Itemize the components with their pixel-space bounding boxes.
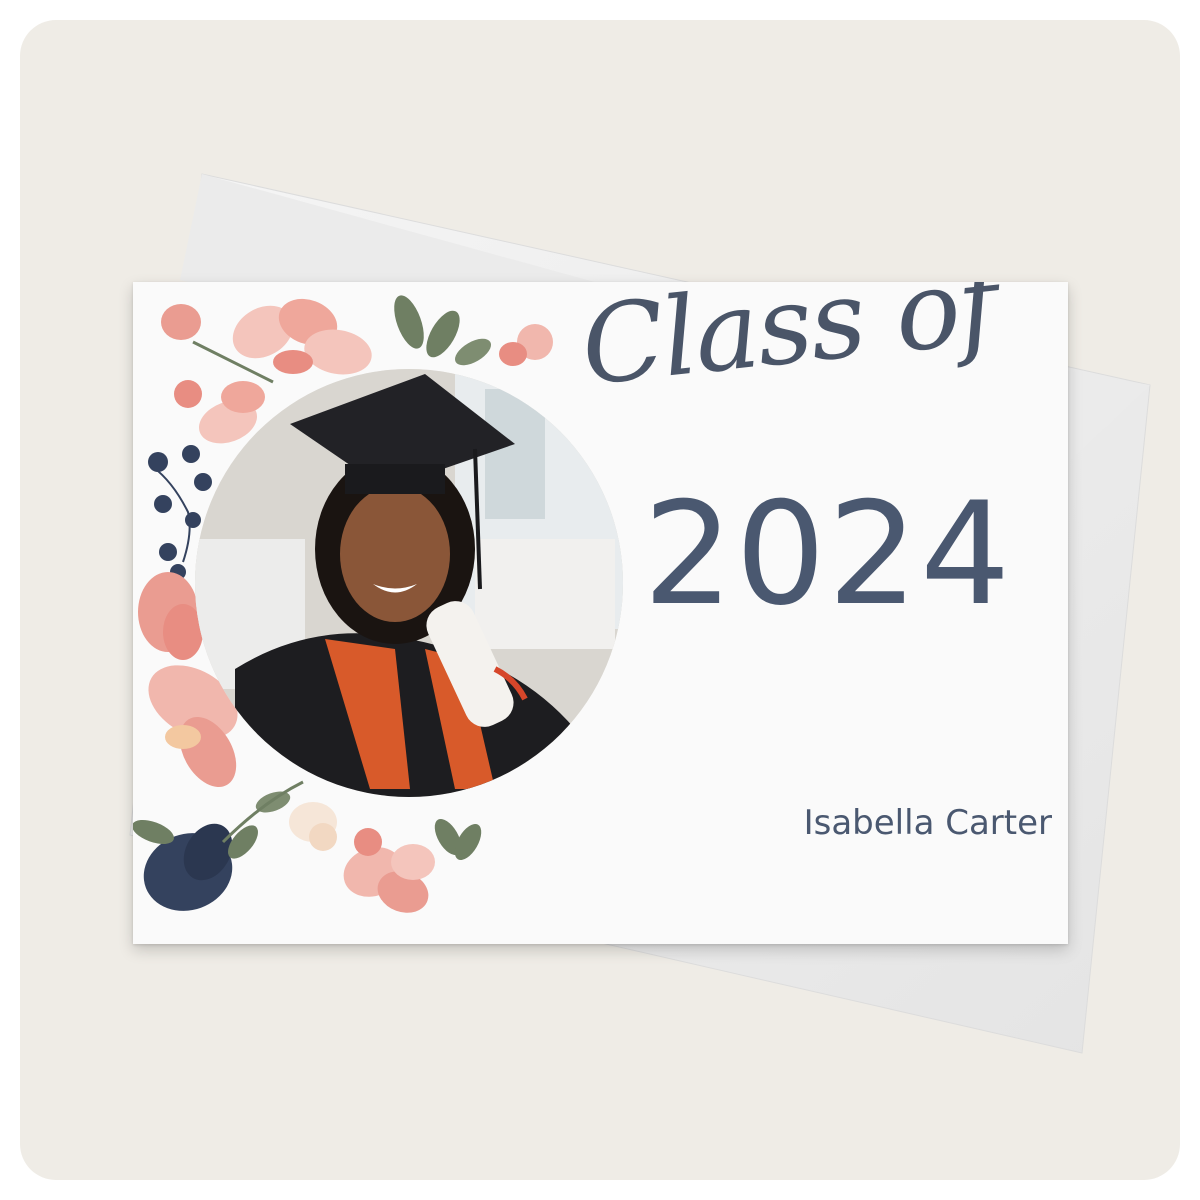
graduate-photo	[195, 369, 623, 797]
graduation-card: Class of 2024 Isabella Carter	[133, 282, 1068, 944]
photo-illustration	[195, 369, 623, 797]
pink-flower-icon	[343, 828, 435, 913]
product-frame: Class of 2024 Isabella Carter	[20, 20, 1180, 1180]
graduate-name: Isabella Carter	[803, 803, 1052, 843]
pink-flower-icon	[232, 298, 372, 375]
graduation-year: 2024	[643, 472, 1013, 637]
cream-bud-icon	[289, 802, 337, 851]
leaf-icon	[434, 818, 482, 861]
pink-flower-icon	[138, 572, 203, 660]
